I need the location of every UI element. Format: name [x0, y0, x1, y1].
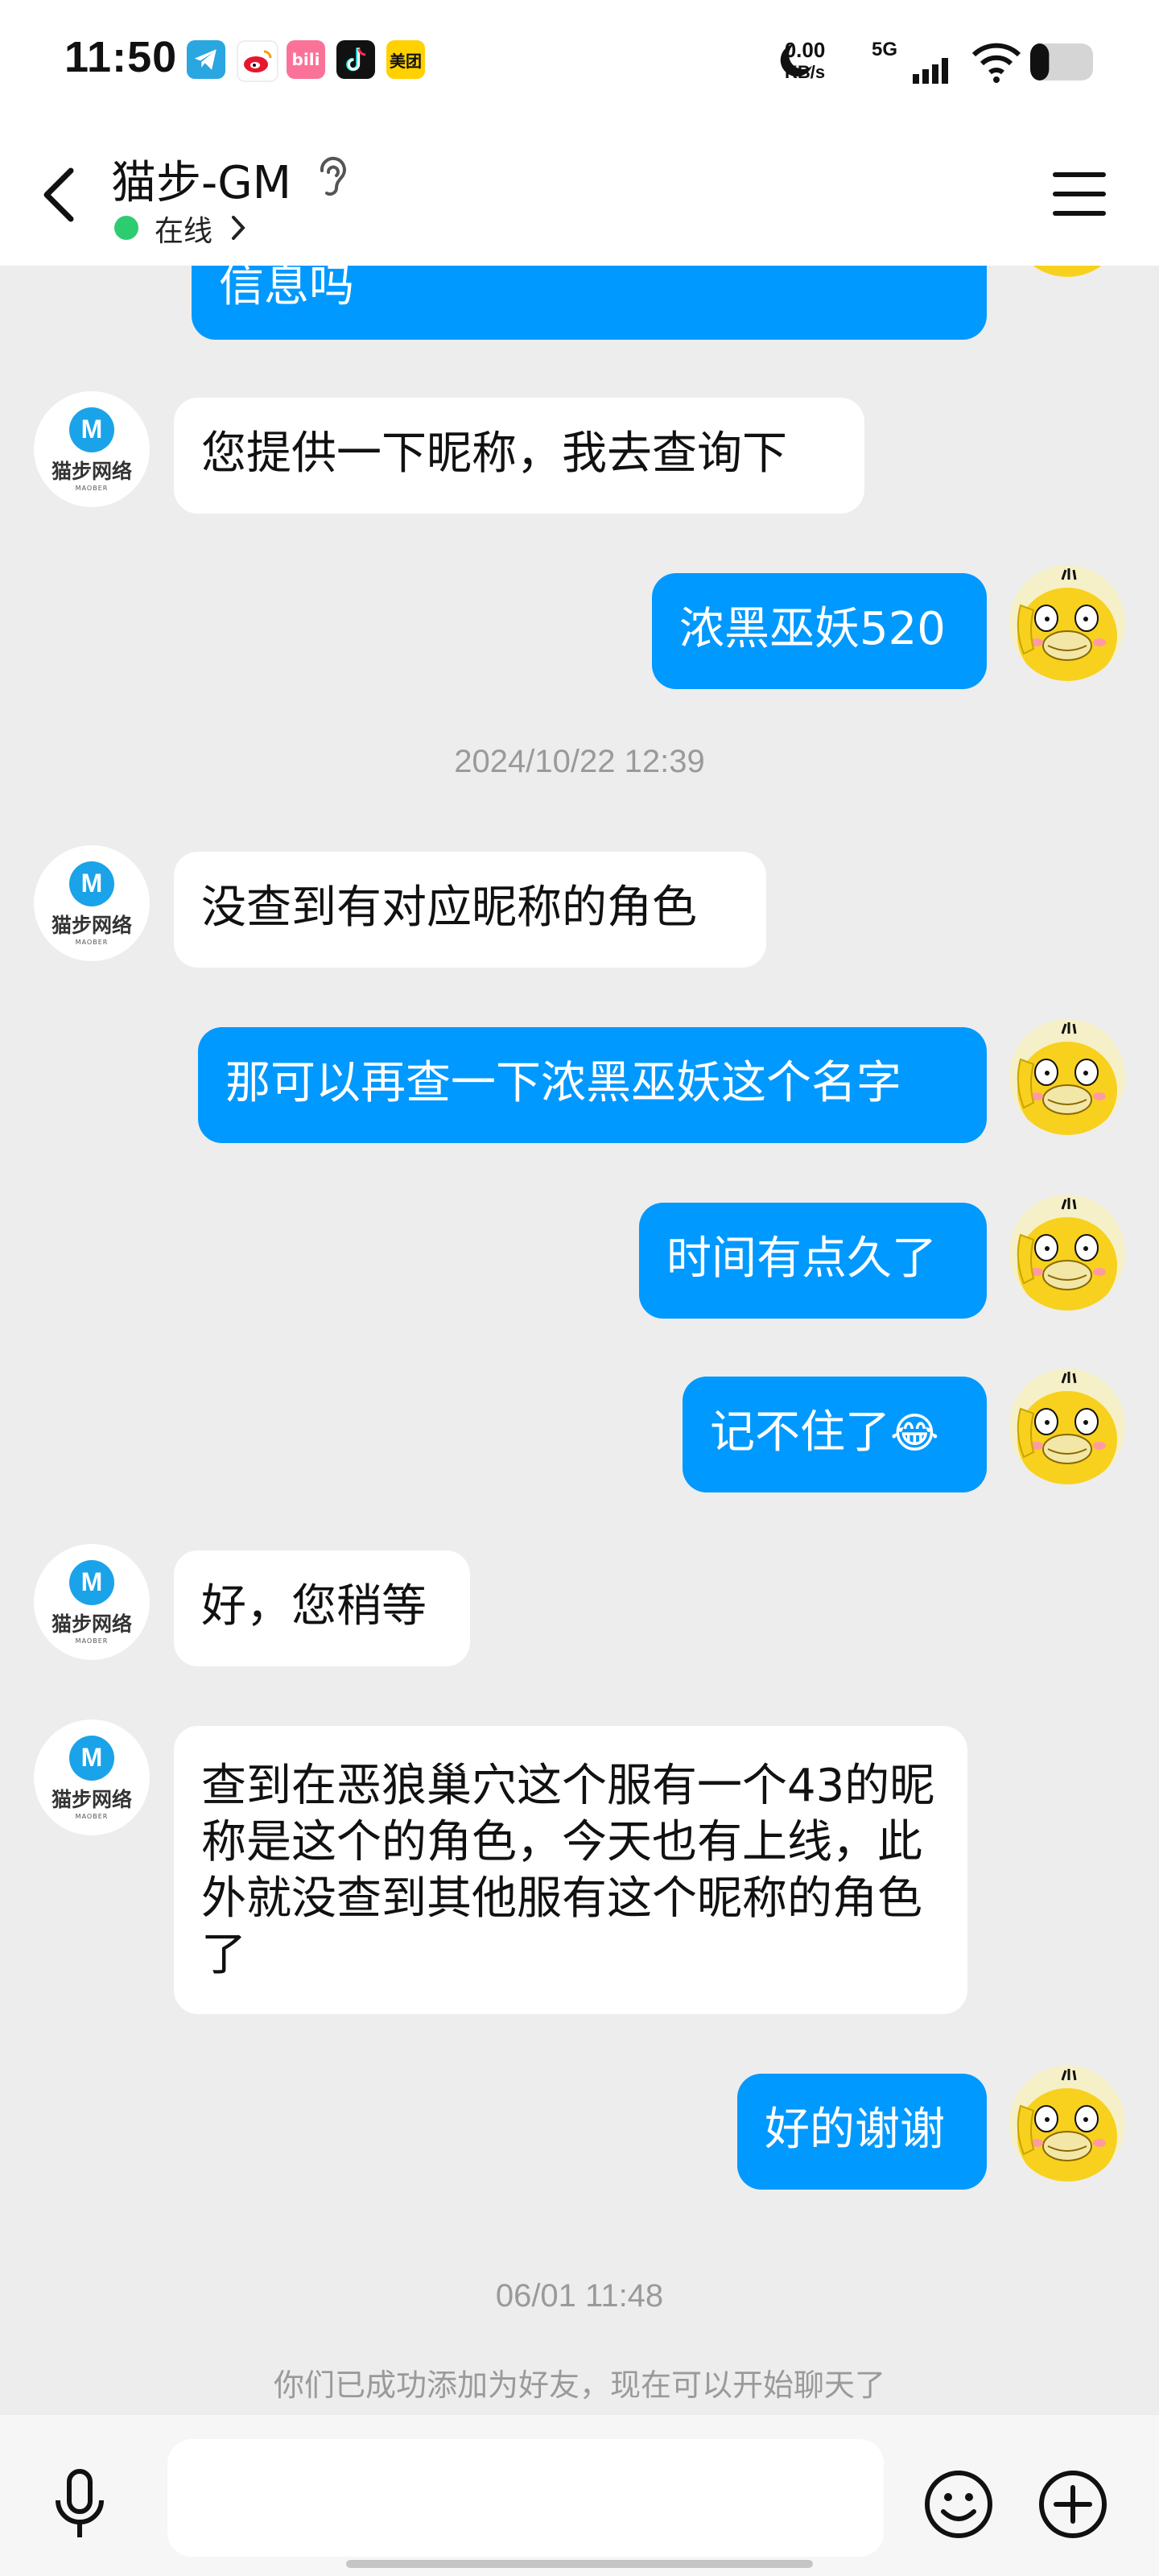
timestamp: 06/01 11:48 [495, 2278, 664, 2314]
my-avatar[interactable] [1009, 565, 1125, 681]
gm-logo-brand: 猫步网络 [51, 1787, 132, 1811]
battery-icon [1029, 40, 1096, 87]
gm-logo-mark: M [69, 1559, 114, 1605]
meituan-label: 美团 [390, 51, 422, 71]
gm-avatar[interactable]: M 猫步网络 MAOBER [34, 1544, 150, 1660]
weibo-icon [237, 40, 278, 82]
gm-logo-sub: MAOBER [75, 1812, 109, 1820]
gm-logo-sub: MAOBER [75, 938, 109, 946]
message-text: 您提供一下昵称，我去查询下 [201, 427, 787, 480]
gm-avatar[interactable]: M 猫步网络 MAOBER [34, 845, 150, 961]
my-avatar[interactable] [1009, 2066, 1125, 2182]
network-type: 5G [871, 39, 897, 60]
meituan-icon: 美团 [386, 40, 425, 79]
ear-icon[interactable] [314, 155, 349, 203]
message-text: 浓黑巫妖520 [679, 603, 946, 655]
bilibili-icon: bili [287, 40, 325, 79]
gm-logo-brand: 猫步网络 [51, 1612, 132, 1636]
gm-avatar[interactable]: M 猫步网络 MAOBER [34, 1719, 150, 1835]
emoji-icon[interactable] [924, 2470, 993, 2542]
net-speed: 0.00 KB/s [773, 39, 837, 84]
my-avatar[interactable] [1009, 266, 1125, 277]
chat-body[interactable]: 信息吗 M 猫步网络 MAOBER 您提供一下昵称，我去查询下 浓黑巫妖520 … [0, 266, 1159, 2415]
laughing-emoji-icon: 😂 [890, 1410, 939, 1458]
message-text: 时间有点久了 [666, 1232, 937, 1285]
signal-icon [909, 56, 958, 87]
bilibili-label: bili [291, 50, 320, 69]
message-bubble-incoming[interactable]: 查到在恶狼巢穴这个服有一个43的昵称是这个的角色，今天也有上线，此外就没查到其他… [174, 1726, 967, 2014]
gm-logo-mark: M [69, 407, 114, 452]
message-text: 信息吗 [219, 266, 354, 312]
message-bubble-outgoing[interactable]: 那可以再查一下浓黑巫妖这个名字 [198, 1027, 987, 1143]
message-bubble-incoming[interactable]: 好，您稍等 [174, 1550, 470, 1666]
message-text: 没查到有对应昵称的角色 [201, 881, 697, 934]
message-bubble-outgoing[interactable]: 信息吗 [192, 266, 987, 340]
message-bubble-outgoing[interactable]: 浓黑巫妖520 [652, 573, 987, 689]
gm-avatar[interactable]: M 猫步网络 MAOBER [34, 391, 150, 507]
input-bar [0, 2415, 1159, 2576]
gm-logo-mark: M [69, 861, 114, 906]
status-bar: 11:50 bili 美团 0.00 KB/s 5G [0, 0, 1159, 121]
chat-title[interactable]: 猫步-GM [111, 147, 291, 212]
gm-logo-sub: MAOBER [75, 1637, 109, 1645]
message-text: 查到在恶狼巢穴这个服有一个43的昵称是这个的角色，今天也有上线，此外就没查到其他… [201, 1760, 935, 1981]
chevron-right-icon[interactable] [230, 214, 246, 245]
plus-icon[interactable] [1038, 2470, 1107, 2542]
gm-logo-brand: 猫步网络 [51, 459, 132, 483]
net-speed-value: 0.00 [784, 38, 826, 62]
gm-logo-mark: M [69, 1735, 114, 1781]
online-dot [114, 216, 138, 240]
message-text: 记不住了 [710, 1406, 890, 1459]
my-avatar[interactable] [1009, 1368, 1125, 1484]
online-status[interactable]: 在线 [155, 208, 212, 250]
net-speed-unit: KB/s [784, 62, 826, 82]
menu-icon[interactable] [1051, 169, 1107, 222]
message-bubble-outgoing[interactable]: 记不住了😂 [683, 1377, 987, 1492]
tiktok-icon [336, 40, 375, 79]
wifi-icon [971, 42, 1022, 87]
message-text: 那可以再查一下浓黑巫妖这个名字 [225, 1057, 901, 1109]
gm-logo-brand: 猫步网络 [51, 913, 132, 937]
home-indicator[interactable] [346, 2560, 813, 2568]
back-button[interactable] [35, 163, 84, 227]
chat-header: 猫步-GM 在线 [0, 121, 1159, 266]
message-bubble-outgoing[interactable]: 时间有点久了 [639, 1203, 987, 1319]
message-text: 好的谢谢 [765, 2103, 945, 2156]
system-notice: 你们已成功添加为好友，现在可以开始聊天了 [273, 2368, 885, 2403]
message-bubble-incoming[interactable]: 您提供一下昵称，我去查询下 [174, 398, 864, 514]
message-bubble-incoming[interactable]: 没查到有对应昵称的角色 [174, 852, 766, 968]
my-avatar[interactable] [1009, 1019, 1125, 1135]
message-input[interactable] [167, 2439, 884, 2557]
timestamp: 2024/10/22 12:39 [454, 744, 705, 779]
status-time: 11:50 [64, 33, 178, 81]
gm-logo-sub: MAOBER [75, 484, 109, 492]
telegram-icon [187, 40, 225, 79]
microphone-icon[interactable] [52, 2468, 108, 2544]
message-text: 好，您稍等 [201, 1580, 427, 1633]
message-bubble-outgoing[interactable]: 好的谢谢 [737, 2074, 987, 2190]
my-avatar[interactable] [1009, 1195, 1125, 1311]
